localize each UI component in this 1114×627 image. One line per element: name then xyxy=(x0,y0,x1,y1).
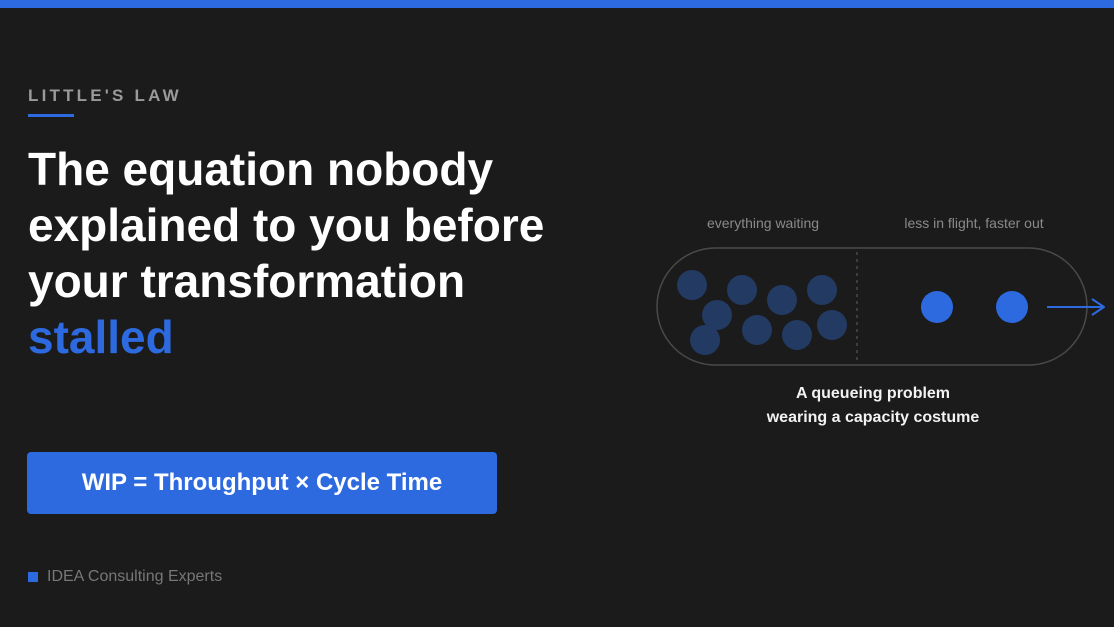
waiting-items xyxy=(677,270,847,355)
queue-diagram: everything waiting less in flight, faste… xyxy=(656,215,1105,366)
waiting-item xyxy=(677,270,707,300)
caption-line-2: wearing a capacity costume xyxy=(766,409,980,426)
waiting-item xyxy=(690,325,720,355)
in-flight-items xyxy=(921,291,1028,323)
in-flight-item xyxy=(996,291,1028,323)
waiting-item xyxy=(767,285,797,315)
caption-line-1: A queueing problem xyxy=(795,385,951,402)
label-everything-waiting: everything waiting xyxy=(707,215,819,231)
in-flight-item xyxy=(921,291,953,323)
label-less-in-flight: less in flight, faster out xyxy=(904,215,1043,231)
waiting-item xyxy=(782,320,812,350)
waiting-item xyxy=(727,275,757,305)
waiting-item xyxy=(807,275,837,305)
waiting-item xyxy=(742,315,772,345)
diagram-caption: A queueing problem wearing a capacity co… xyxy=(713,382,1033,430)
waiting-item xyxy=(817,310,847,340)
arrow-right-icon xyxy=(1047,298,1105,316)
